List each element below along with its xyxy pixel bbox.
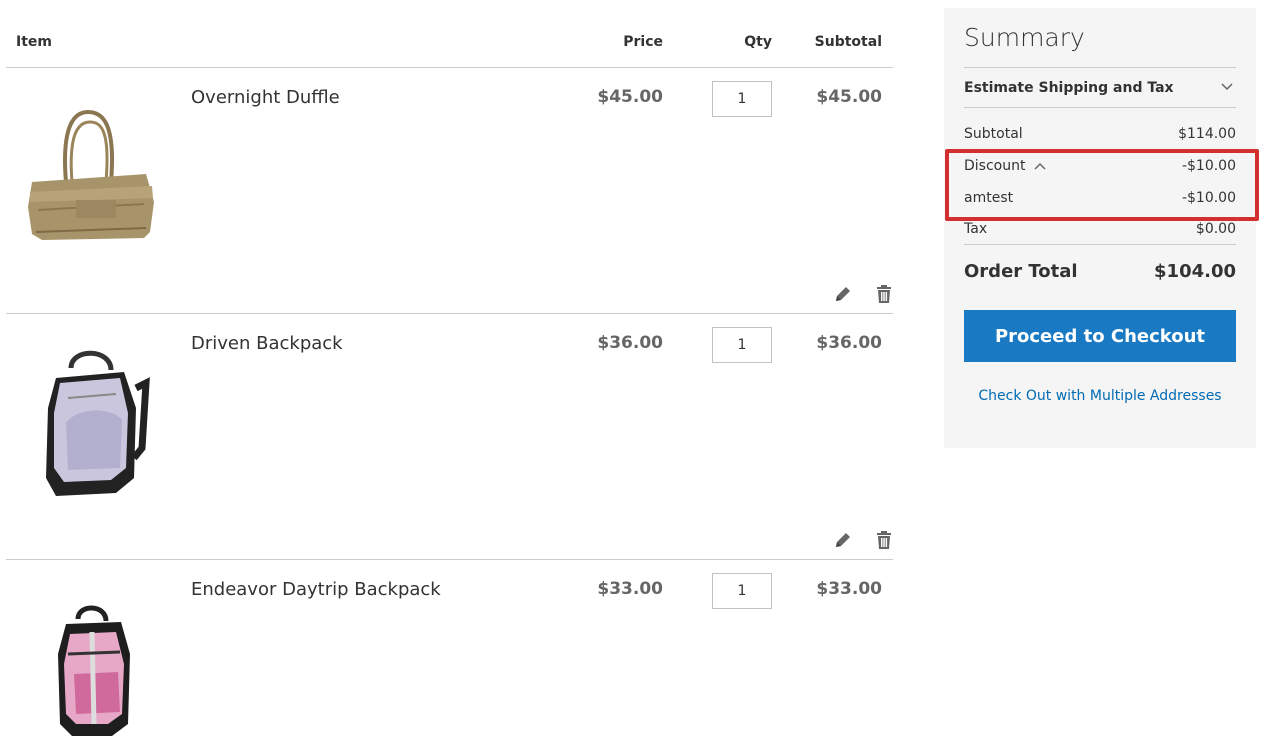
order-total-line: Order Total $104.00 (964, 245, 1236, 298)
header-qty: Qty (744, 34, 772, 50)
summary-title: Summary (964, 23, 1085, 52)
product-image-backpack[interactable] (16, 328, 161, 508)
item-price: $33.00 (597, 579, 663, 599)
header-item: Item (16, 34, 52, 50)
chevron-down-icon (1221, 83, 1233, 91)
trash-icon[interactable] (874, 530, 894, 550)
subtotal-line: Subtotal $114.00 (964, 118, 1236, 150)
order-total-value: $104.00 (1154, 261, 1236, 282)
estimate-shipping-toggle[interactable]: Estimate Shipping and Tax (964, 67, 1236, 108)
cart-table-header: Item Price Qty Subtotal (6, 0, 893, 68)
product-name-link[interactable]: Overnight Duffle (191, 87, 340, 108)
estimate-shipping-label: Estimate Shipping and Tax (964, 79, 1174, 96)
proceed-to-checkout-button[interactable]: Proceed to Checkout (964, 310, 1236, 362)
multiple-addresses-link[interactable]: Check Out with Multiple Addresses (964, 388, 1236, 404)
tax-value: $0.00 (1195, 221, 1236, 237)
header-subtotal: Subtotal (814, 34, 882, 50)
discount-label: Discount (964, 158, 1026, 174)
coupon-label: amtest (964, 190, 1014, 206)
order-total-label: Order Total (964, 261, 1078, 282)
product-image-daytrip[interactable] (16, 574, 161, 754)
discount-line: Discount -$10.00 (964, 150, 1236, 182)
pencil-icon[interactable] (833, 530, 853, 550)
cart-item-row: Driven Backpack $36.00 $36.00 (6, 314, 893, 560)
pencil-icon[interactable] (833, 284, 853, 304)
product-name-link[interactable]: Endeavor Daytrip Backpack (191, 579, 441, 600)
item-subtotal: $45.00 (816, 87, 882, 107)
product-image-duffle[interactable] (16, 82, 161, 262)
discount-toggle[interactable]: Discount (964, 158, 1047, 174)
cart-summary: Summary Estimate Shipping and Tax Subtot… (944, 8, 1256, 448)
item-subtotal: $33.00 (816, 579, 882, 599)
subtotal-value: $114.00 (1178, 126, 1236, 142)
subtotal-label: Subtotal (964, 126, 1023, 142)
discount-value: -$10.00 (1181, 158, 1236, 174)
qty-input[interactable] (712, 81, 772, 117)
coupon-value: -$10.00 (1181, 190, 1236, 206)
trash-icon[interactable] (874, 284, 894, 304)
qty-input[interactable] (712, 327, 772, 363)
cart-item-row: Overnight Duffle $45.00 $45.00 (6, 68, 893, 314)
cart-table: Item Price Qty Subtotal Overnight Duffle… (6, 0, 893, 736)
item-price: $36.00 (597, 333, 663, 353)
header-price: Price (623, 34, 663, 50)
tax-label: Tax (964, 221, 988, 237)
cart-item-row: Endeavor Daytrip Backpack $33.00 $33.00 (6, 560, 893, 736)
chevron-up-icon (1034, 162, 1046, 170)
product-name-link[interactable]: Driven Backpack (191, 333, 343, 354)
item-subtotal: $36.00 (816, 333, 882, 353)
tax-line: Tax $0.00 (964, 214, 1236, 245)
qty-input[interactable] (712, 573, 772, 609)
coupon-line: amtest -$10.00 (964, 182, 1236, 214)
item-price: $45.00 (597, 87, 663, 107)
